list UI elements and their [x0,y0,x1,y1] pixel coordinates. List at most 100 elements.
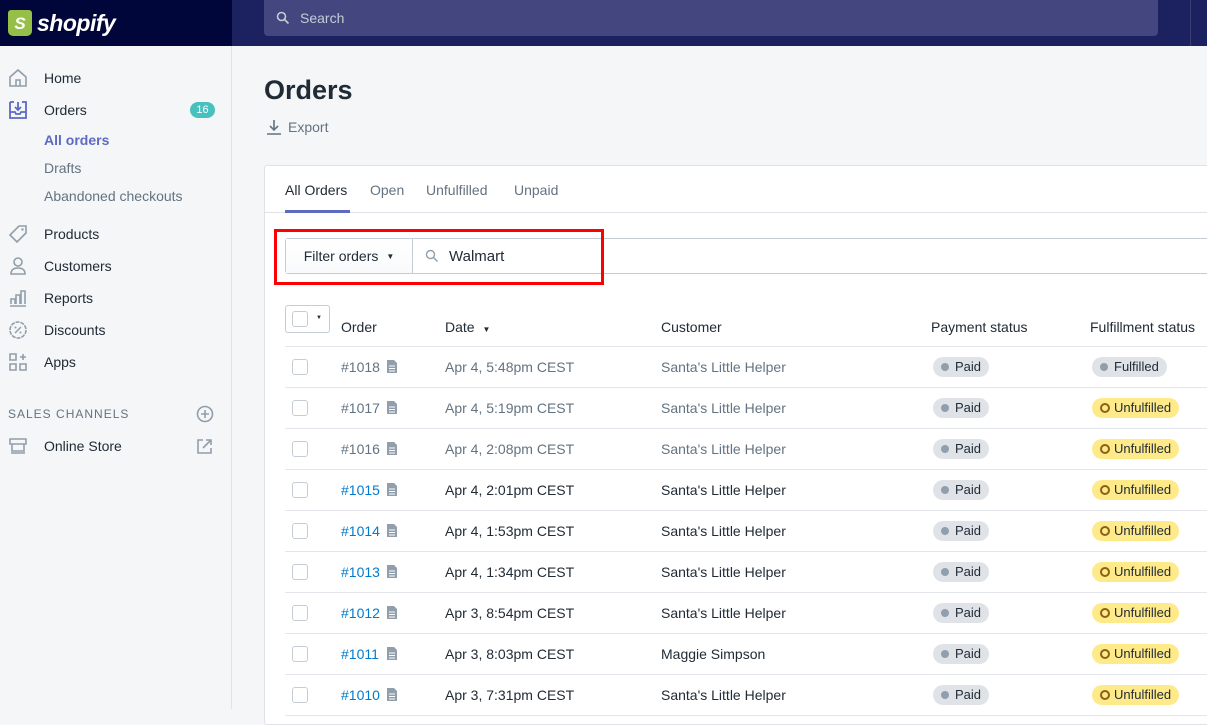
search-icon [276,11,290,25]
order-date: Apr 4, 2:08pm CEST [445,441,575,457]
row-checkbox[interactable] [292,564,308,580]
table-row[interactable]: #1017 Apr 4, 5:19pm CEST Santa's Little … [285,388,1207,429]
brand-name: shopify [37,9,116,36]
bulk-select-dropdown[interactable]: ▼ [285,305,330,333]
table-row[interactable]: #1014 Apr 4, 1:53pm CEST Santa's Little … [285,511,1207,552]
row-checkbox[interactable] [292,605,308,621]
home-icon [9,68,27,87]
table-row[interactable]: #1015 Apr 4, 2:01pm CEST Santa's Little … [285,470,1207,511]
sidebar: Home Orders 16 All orders Drafts Abandon… [0,46,232,709]
header-fulfillment-status[interactable]: Fulfillment status [1090,319,1195,335]
tab-unpaid[interactable]: Unpaid [514,182,558,198]
note-icon [387,565,397,578]
fulfillment-status-badge: Unfulfilled [1092,562,1180,582]
row-checkbox[interactable] [292,441,308,457]
shopify-logo[interactable]: S shopify [0,0,232,46]
table-row[interactable]: #1016 Apr 4, 2:08pm CEST Santa's Little … [285,429,1207,470]
store-icon [9,438,27,454]
order-link[interactable]: #1011 [341,646,379,662]
sidebar-item-products[interactable]: Products [0,218,231,250]
add-channel-icon[interactable] [196,405,214,423]
highlight-annotation [274,229,604,285]
external-link-icon[interactable] [196,438,213,455]
sidebar-item-reports[interactable]: Reports [0,282,231,314]
header-order[interactable]: Order [341,319,377,335]
customer-name: Santa's Little Helper [661,564,786,580]
row-checkbox[interactable] [292,646,308,662]
fulfillment-status-badge: Unfulfilled [1092,603,1180,623]
sidebar-item-apps[interactable]: Apps [0,346,231,378]
orders-icon [9,101,27,119]
table-header: ▼ Order Date ▼ Customer Payment status F… [285,305,1207,347]
sidebar-item-orders[interactable]: Orders 16 [0,94,231,126]
order-link[interactable]: #1012 [341,605,380,621]
order-link[interactable]: #1015 [341,482,380,498]
sidebar-subitem-drafts[interactable]: Drafts [44,160,81,176]
header-date-label: Date [445,319,475,335]
sort-desc-icon: ▼ [482,325,491,334]
sales-channels-heading: SALES CHANNELS [8,407,130,421]
sidebar-item-label: Apps [44,354,76,370]
row-checkbox[interactable] [292,359,308,375]
note-icon [387,483,397,496]
row-checkbox[interactable] [292,687,308,703]
customer-name: Santa's Little Helper [661,482,786,498]
table-row[interactable]: #1012 Apr 3, 8:54pm CEST Santa's Little … [285,593,1207,634]
header-date[interactable]: Date ▼ [445,319,490,335]
search-placeholder: Search [300,10,345,26]
order-link[interactable]: #1013 [341,564,380,580]
payment-status-badge: Paid [933,644,990,664]
payment-status-badge: Paid [933,562,990,582]
sidebar-item-label: Home [44,70,82,86]
note-icon [387,360,397,373]
sidebar-subitem-all-orders[interactable]: All orders [44,132,109,148]
sidebar-subitem-abandoned-checkouts[interactable]: Abandoned checkouts [44,188,183,204]
row-checkbox[interactable] [292,523,308,539]
table-row[interactable]: #1010 Apr 3, 7:31pm CEST Santa's Little … [285,675,1207,716]
order-link[interactable]: #1017 [341,400,380,416]
order-link[interactable]: #1016 [341,441,380,457]
table-row[interactable]: #1011 Apr 3, 8:03pm CEST Maggie Simpson … [285,634,1207,675]
note-icon [387,647,397,660]
sidebar-item-discounts[interactable]: Discounts [0,314,231,346]
order-link[interactable]: #1010 [341,687,380,703]
person-icon [10,257,26,275]
sidebar-item-customers[interactable]: Customers [0,250,231,282]
customer-name: Santa's Little Helper [661,605,786,621]
tab-open[interactable]: Open [370,182,404,198]
sidebar-item-home[interactable]: Home [0,62,231,94]
fulfillment-status-badge: Unfulfilled [1092,398,1180,418]
search-input[interactable]: Search [264,0,1158,36]
payment-status-badge: Paid [933,521,990,541]
select-all-checkbox[interactable] [292,311,308,327]
order-date: Apr 4, 5:19pm CEST [445,400,575,416]
payment-status-badge: Paid [933,480,990,500]
customer-name: Santa's Little Helper [661,359,786,375]
fulfillment-status-badge: Unfulfilled [1092,439,1180,459]
table-row[interactable]: #1013 Apr 4, 1:34pm CEST Santa's Little … [285,552,1207,593]
header-customer[interactable]: Customer [661,319,722,335]
fulfillment-status-badge: Unfulfilled [1092,685,1180,705]
sidebar-item-online-store[interactable]: Online Store [0,430,231,462]
table-row[interactable]: #1018 Apr 4, 5:48pm CEST Santa's Little … [285,347,1207,388]
tab-unfulfilled[interactable]: Unfulfilled [426,182,487,198]
apps-icon [9,353,27,371]
tab-all-orders[interactable]: All Orders [285,182,347,198]
sidebar-item-label: Customers [44,258,112,274]
order-link[interactable]: #1018 [341,359,380,375]
customer-name: Santa's Little Helper [661,687,786,703]
sidebar-item-label: Reports [44,290,94,306]
bar-chart-icon [10,290,26,307]
shopify-bag-icon: S [8,10,32,36]
active-tab-indicator [285,210,350,213]
row-checkbox[interactable] [292,400,308,416]
order-link[interactable]: #1014 [341,523,380,539]
fulfillment-status-badge: Unfulfilled [1092,480,1180,500]
export-button[interactable]: Export [266,119,328,135]
row-checkbox[interactable] [292,482,308,498]
customer-name: Santa's Little Helper [661,523,786,539]
customer-name: Maggie Simpson [661,646,766,662]
payment-status-badge: Paid [933,439,990,459]
header-payment-status[interactable]: Payment status [931,319,1028,335]
discount-icon [9,321,27,339]
